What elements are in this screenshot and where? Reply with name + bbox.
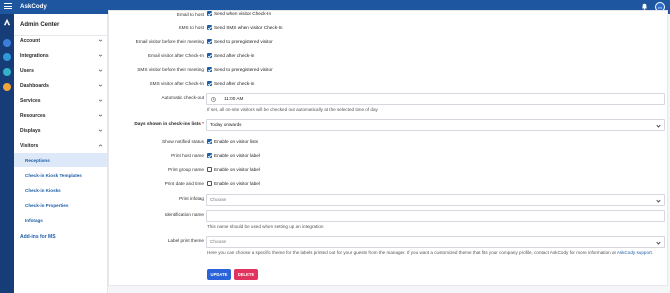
auto-checkout-help: If set, all on-site visitors will be che…	[207, 107, 378, 112]
print-date-label: Print date and time	[164, 181, 204, 186]
print-infotag-placeholder: Choose	[210, 197, 227, 202]
email-to-host-label: Email to host	[176, 12, 204, 17]
days-shown-select[interactable]: Today onwards	[206, 119, 665, 131]
email-visitor-after-checkbox[interactable]	[207, 53, 213, 59]
label-theme-select[interactable]: Choose	[206, 236, 665, 248]
required-mark: *	[202, 121, 204, 126]
main-content: Email to host Send when visitor Check-In…	[108, 10, 670, 293]
print-date-text: Enable on visitor label	[214, 181, 260, 186]
auto-checkout-time-value: 11:00 AM	[224, 96, 244, 101]
print-host-label: Print host name	[171, 153, 204, 158]
app-icon-3[interactable]	[3, 68, 11, 76]
sms-to-host-checkbox[interactable]	[207, 25, 213, 31]
sidebar-item-users[interactable]: Users	[20, 68, 34, 74]
chevron-down-icon[interactable]	[98, 53, 103, 58]
days-shown-label-text: Days shown in check-ins lists	[134, 121, 201, 126]
sidebar-item-dashboards[interactable]: Dashboards	[20, 83, 49, 89]
sidebar-subitem-receptions[interactable]: Receptions	[25, 158, 50, 163]
app-icon-1[interactable]	[3, 39, 11, 47]
identification-label: Identification name	[164, 212, 204, 217]
sms-visitor-after-text: Send after check-in	[214, 81, 255, 86]
sms-visitor-before-text: Send to preregistered visitor	[214, 67, 273, 72]
sms-visitor-after-label: SMS visitor after Check-In	[149, 81, 204, 86]
update-button[interactable]: UPDATE	[207, 269, 231, 280]
auto-checkout-time-input[interactable]: 11:00 AM	[206, 93, 665, 105]
email-to-host-text: Send when visitor Check-In	[214, 11, 272, 16]
email-visitor-before-checkbox[interactable]	[207, 39, 213, 45]
show-notified-checkbox[interactable]	[207, 139, 213, 145]
print-host-text: Enable on visitor label	[214, 153, 260, 158]
email-visitor-before-label: Email visitor before their meeting	[135, 39, 204, 44]
chevron-down-icon	[656, 122, 661, 128]
label-theme-help-text: Here you can choose a specific theme for…	[207, 250, 616, 255]
chevron-down-icon[interactable]	[98, 128, 103, 133]
chevron-down-icon	[656, 239, 661, 245]
sidebar-item-services[interactable]: Services	[20, 98, 41, 104]
sms-to-host-label: SMS to host	[178, 25, 204, 30]
print-group-text: Enable on visitor label	[214, 167, 260, 172]
chevron-down-icon[interactable]	[98, 98, 103, 103]
print-infotag-label: Print infotag	[178, 196, 204, 201]
bell-icon[interactable]	[641, 3, 648, 10]
label-theme-help: Here you can choose a specific theme for…	[207, 250, 654, 255]
email-visitor-before-text: Send to preregistered visitor	[214, 39, 273, 44]
sms-visitor-before-checkbox[interactable]	[207, 67, 213, 73]
sidebar-item-displays[interactable]: Displays	[20, 128, 41, 134]
print-date-checkbox[interactable]	[207, 181, 213, 187]
email-to-host-checkbox[interactable]	[207, 11, 213, 17]
sidebar-item-visitors[interactable]: Visitors	[20, 143, 38, 149]
sms-visitor-after-checkbox[interactable]	[207, 81, 213, 87]
sidebar-item-integrations[interactable]: Integrations	[20, 53, 49, 59]
print-group-checkbox[interactable]	[207, 167, 213, 173]
print-group-label: Print group name	[168, 167, 204, 172]
print-infotag-select[interactable]: Choose	[206, 194, 665, 206]
menu-icon[interactable]	[4, 3, 12, 11]
auto-checkout-label: Automatic check-out	[161, 95, 204, 100]
days-shown-value: Today onwards	[210, 122, 242, 127]
identification-input[interactable]	[206, 210, 665, 222]
identification-help: This name should be used when setting up…	[207, 224, 324, 229]
chevron-down-icon[interactable]	[98, 38, 103, 43]
chevron-up-icon[interactable]	[98, 143, 103, 148]
email-visitor-after-text: Send after check-in	[214, 53, 255, 58]
sms-visitor-before-label: SMS visitor before their meeting	[137, 67, 204, 72]
app-icon-4[interactable]	[3, 83, 11, 91]
sidebar-subitem-kiosk-templates[interactable]: Check-in Kiosk Templates	[25, 173, 82, 178]
sidebar-item-resources[interactable]: Resources	[20, 113, 46, 119]
askcody-support-link[interactable]: AskCody support	[617, 250, 652, 255]
chevron-down-icon[interactable]	[98, 83, 103, 88]
days-shown-label: Days shown in check-ins lists *	[114, 121, 204, 126]
askcody-logo-icon[interactable]	[3, 18, 11, 26]
print-host-checkbox[interactable]	[207, 153, 213, 159]
clock-icon	[211, 97, 216, 102]
app-icon-2[interactable]	[3, 53, 11, 61]
email-visitor-after-label: Email visitor after Check-In	[147, 53, 204, 58]
sidebar-subitem-infotags[interactable]: Infotags	[25, 218, 43, 223]
show-notified-label: Show notified status	[162, 139, 204, 144]
label-theme-placeholder: Choose	[210, 239, 227, 244]
sidebar-subitem-kiosks[interactable]: Check-in Kiosks	[25, 188, 61, 193]
sidebar-item-account[interactable]: Account	[20, 38, 40, 44]
delete-button[interactable]: DELETE	[234, 269, 258, 280]
show-notified-text: Enable on visitor lists	[214, 139, 259, 144]
sms-to-host-text: Send SMS when visitor Check-In	[214, 25, 283, 30]
sidebar-subitem-properties[interactable]: Check-in Properties	[25, 203, 68, 208]
sidebar-title: Admin Center	[20, 22, 60, 28]
chevron-down-icon[interactable]	[98, 113, 103, 118]
chevron-down-icon[interactable]	[98, 68, 103, 73]
app-rail	[0, 14, 14, 293]
divider	[14, 35, 108, 36]
brand-logo[interactable]: AskCody	[20, 3, 47, 10]
sidebar-item-addins[interactable]: Add-ins for MS	[20, 234, 56, 240]
chevron-down-icon	[656, 197, 661, 203]
label-theme-label: Label print theme	[167, 238, 204, 243]
